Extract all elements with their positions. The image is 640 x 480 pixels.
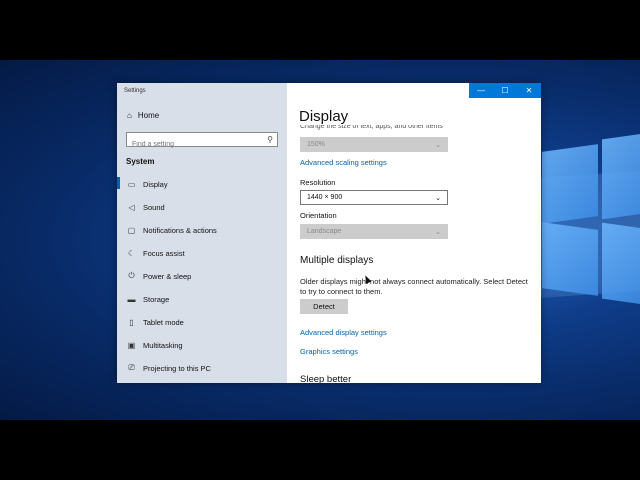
sidebar-item-label: Power & sleep (143, 271, 192, 281)
settings-window: Settings ⌂ Home ⚲ System ▭ Display ◁ Sou… (117, 83, 541, 383)
graphics-settings-link[interactable]: Graphics settings (300, 347, 358, 356)
scale-description: Change the size of text, apps, and other… (300, 125, 443, 130)
sidebar-item-storage[interactable]: ▬ Storage (127, 292, 170, 306)
active-indicator (117, 177, 120, 189)
sidebar-item-label: Notifications & actions (143, 225, 217, 235)
windows-logo-pane (542, 144, 598, 224)
dropdown-value: Landscape (307, 228, 342, 235)
chevron-down-icon: ⌄ (435, 228, 441, 236)
video-letterbox-top (0, 0, 640, 60)
page-title: Display (299, 108, 349, 125)
window-controls: — ☐ ✕ (469, 83, 541, 98)
advanced-scaling-link[interactable]: Advanced scaling settings (300, 158, 387, 167)
window-title: Settings (124, 88, 146, 94)
dropdown-value: 1440 × 900 (307, 194, 343, 201)
home-icon: ⌂ (127, 111, 132, 120)
sound-icon: ◁ (128, 202, 135, 212)
focus-assist-icon: ☾ (127, 248, 136, 258)
settings-content: — ☐ ✕ Display Change the size of text, a… (287, 83, 541, 383)
scale-dropdown[interactable]: 150% ⌄ (300, 137, 448, 152)
storage-icon: ▬ (127, 294, 136, 304)
sidebar-item-label: Storage (143, 294, 170, 304)
windows-logo-pane (602, 132, 640, 220)
windows-logo-pane (542, 222, 598, 296)
resolution-dropdown[interactable]: 1440 × 900 ⌄ (300, 190, 448, 205)
multitasking-icon: ▣ (127, 340, 136, 350)
sidebar-item-power-sleep[interactable]: ⏻ Power & sleep (127, 269, 191, 283)
close-button[interactable]: ✕ (517, 83, 541, 98)
video-letterbox-bottom (0, 420, 640, 480)
sidebar-item-tablet-mode[interactable]: ▯ Tablet mode (127, 315, 184, 329)
orientation-dropdown[interactable]: Landscape ⌄ (300, 224, 448, 239)
detect-button[interactable]: Detect (300, 299, 348, 314)
resolution-label: Resolution (300, 178, 336, 187)
sidebar-item-projecting[interactable]: ⎚ Projecting to this PC (127, 361, 211, 375)
chevron-down-icon: ⌄ (435, 194, 441, 202)
sidebar-item-sound[interactable]: ◁ Sound (127, 200, 165, 214)
tablet-icon: ▯ (129, 317, 134, 327)
section-heading: System (126, 157, 155, 166)
windows-logo-pane (602, 222, 640, 306)
power-icon: ⏻ (128, 271, 135, 280)
sidebar-item-display[interactable]: ▭ Display (127, 177, 168, 191)
settings-sidebar: Settings ⌂ Home ⚲ System ▭ Display ◁ Sou… (117, 83, 287, 383)
search-icon[interactable]: ⚲ (267, 135, 273, 144)
sidebar-item-label: Focus assist (143, 248, 185, 258)
sidebar-item-label: Home (137, 111, 160, 120)
search-input[interactable] (127, 138, 257, 151)
projecting-icon: ⎚ (128, 363, 135, 372)
search-box[interactable]: ⚲ (126, 132, 278, 151)
sidebar-item-label: Tablet mode (143, 317, 184, 327)
sidebar-item-label: Projecting to this PC (143, 363, 211, 373)
chevron-down-icon: ⌄ (435, 141, 441, 149)
sidebar-item-home[interactable]: ⌂ Home (127, 111, 159, 120)
advanced-display-link[interactable]: Advanced display settings (300, 328, 387, 337)
minimize-button[interactable]: — (469, 83, 493, 98)
multiple-displays-description: Older displays might not always connect … (300, 277, 528, 296)
sidebar-item-label: Display (143, 179, 168, 189)
sidebar-item-label: Multitasking (143, 340, 183, 350)
notifications-icon: ▢ (127, 225, 136, 235)
sidebar-item-notifications[interactable]: ▢ Notifications & actions (127, 223, 217, 237)
orientation-label: Orientation (300, 211, 337, 220)
multiple-displays-heading: Multiple displays (300, 255, 374, 266)
maximize-button[interactable]: ☐ (493, 83, 517, 98)
sleep-heading: Sleep better (300, 374, 352, 383)
sidebar-item-label: Sound (143, 202, 165, 212)
sidebar-item-focus-assist[interactable]: ☾ Focus assist (127, 246, 185, 260)
display-icon: ▭ (127, 179, 136, 189)
sidebar-item-multitasking[interactable]: ▣ Multitasking (127, 338, 183, 352)
dropdown-value: 150% (307, 141, 325, 148)
